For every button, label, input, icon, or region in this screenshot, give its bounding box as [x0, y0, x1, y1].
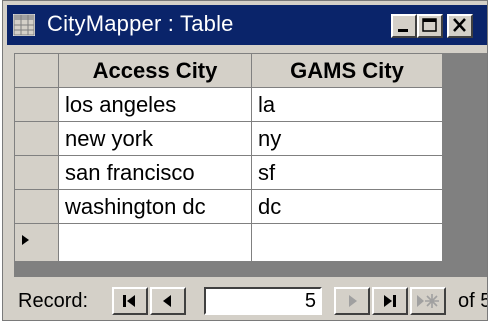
first-record-icon [123, 295, 135, 307]
minimize-button[interactable] [391, 14, 417, 38]
table-row: los angeles la [14, 87, 443, 122]
new-record-button[interactable] [410, 287, 446, 315]
current-record-field[interactable]: 5 [204, 287, 322, 315]
new-gams-city-cell[interactable] [251, 223, 443, 262]
record-count-label: of 5 [458, 290, 487, 312]
new-record-icon [417, 294, 439, 308]
next-record-button[interactable] [334, 287, 370, 315]
previous-record-icon [163, 295, 171, 307]
gams-city-cell[interactable]: dc [251, 189, 443, 224]
column-header-gams-city[interactable]: GAMS City [251, 53, 443, 88]
row-selector[interactable] [14, 87, 59, 122]
maximize-icon [422, 18, 437, 32]
access-city-cell[interactable]: san francisco [58, 155, 252, 190]
row-selector[interactable] [14, 121, 59, 156]
table-window: CityMapper : Table Access City GAMS City [2, 0, 488, 321]
row-selector[interactable] [14, 189, 59, 224]
gams-city-cell[interactable]: sf [251, 155, 443, 190]
select-all-corner[interactable] [14, 53, 59, 88]
access-city-cell[interactable]: los angeles [58, 87, 252, 122]
gams-city-cell[interactable]: la [251, 87, 443, 122]
last-record-button[interactable] [372, 287, 408, 315]
new-access-city-cell[interactable] [58, 223, 252, 262]
last-record-icon [384, 295, 396, 307]
previous-record-button[interactable] [150, 287, 186, 315]
record-navigation-bar: Record: 5 of [14, 283, 487, 319]
header-row: Access City GAMS City [14, 53, 443, 88]
window-title: CityMapper : Table [47, 11, 234, 36]
table-row: washington dc dc [14, 189, 443, 224]
row-selector[interactable] [14, 155, 59, 190]
column-header-access-city[interactable]: Access City [58, 53, 252, 88]
datasheet-grid: Access City GAMS City los angeles la new… [14, 53, 443, 262]
table-row: san francisco sf [14, 155, 443, 190]
record-label: Record: [18, 290, 89, 312]
datasheet: Access City GAMS City los angeles la new… [14, 53, 487, 277]
table-row: new york ny [14, 121, 443, 156]
current-record-arrow-icon [22, 235, 29, 245]
maximize-button[interactable] [417, 14, 443, 38]
new-record-row [14, 223, 443, 262]
next-record-icon [349, 295, 357, 307]
minimize-icon [398, 29, 408, 32]
close-button[interactable] [447, 14, 473, 38]
close-icon [453, 18, 466, 32]
first-record-button[interactable] [112, 287, 148, 315]
row-selector[interactable] [14, 223, 59, 262]
access-city-cell[interactable]: new york [58, 121, 252, 156]
access-city-cell[interactable]: washington dc [58, 189, 252, 224]
gams-city-cell[interactable]: ny [251, 121, 443, 156]
datasheet-icon [13, 14, 35, 36]
title-bar[interactable]: CityMapper : Table [7, 5, 487, 45]
